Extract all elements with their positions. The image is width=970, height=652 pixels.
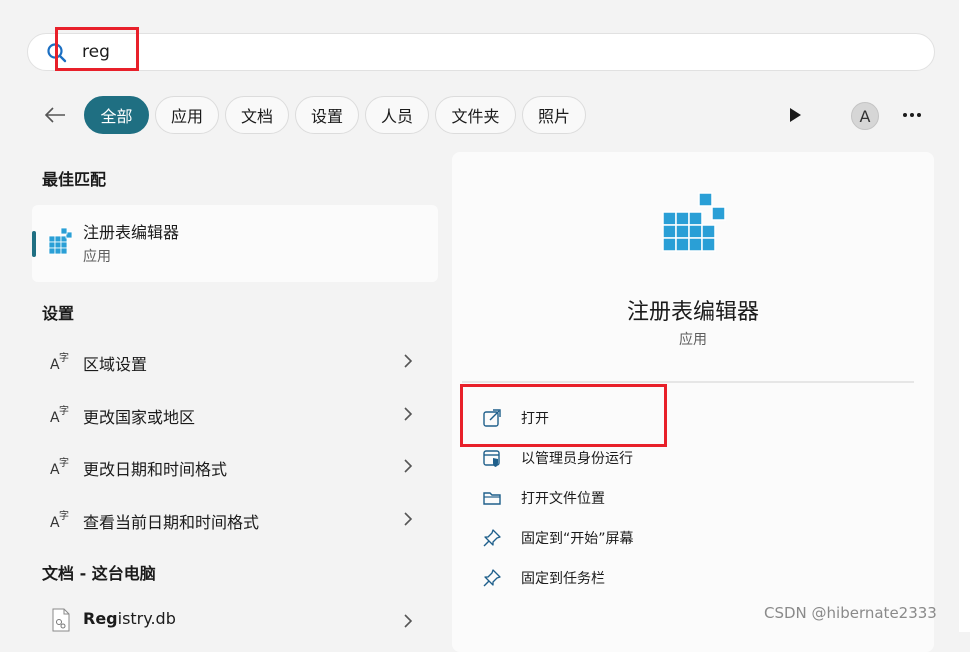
background-window-edge xyxy=(959,0,970,632)
tab-apps[interactable]: 应用 xyxy=(155,96,219,134)
chevron-right-icon xyxy=(404,354,413,368)
language-settings-icon: A 字 xyxy=(50,509,69,530)
open-external-icon xyxy=(483,409,501,427)
play-icon xyxy=(790,108,801,122)
search-box[interactable] xyxy=(27,33,935,71)
document-rest-text: istry.db xyxy=(117,609,176,628)
language-settings-icon: A 字 xyxy=(50,404,69,425)
open-file-location-label: 打开文件位置 xyxy=(521,491,605,507)
settings-result-country[interactable]: A 字 更改国家或地区 xyxy=(32,391,438,437)
svg-text:字: 字 xyxy=(59,456,69,469)
pin-to-start-action[interactable]: 固定到“开始”屏幕 xyxy=(482,524,882,552)
chevron-right-icon xyxy=(404,407,413,421)
settings-result-label: 更改国家或地区 xyxy=(83,408,196,427)
best-match-result[interactable]: 注册表编辑器 应用 xyxy=(32,205,438,282)
settings-heading: 设置 xyxy=(42,304,75,323)
play-button[interactable] xyxy=(782,103,808,127)
open-action-label: 打开 xyxy=(521,411,549,427)
open-file-location-action[interactable]: 打开文件位置 xyxy=(482,484,882,512)
tab-photos[interactable]: 照片 xyxy=(522,96,586,134)
documents-heading: 文档 - 这台电脑 xyxy=(42,564,156,583)
pin-icon xyxy=(483,569,501,587)
tab-documents[interactable]: 文档 xyxy=(225,96,289,134)
settings-result-date-format[interactable]: A 字 更改日期和时间格式 xyxy=(32,443,438,489)
settings-result-region[interactable]: A 字 区域设置 xyxy=(32,338,438,384)
svg-text:字: 字 xyxy=(59,351,69,364)
registry-editor-icon xyxy=(48,227,73,255)
preview-pane: 注册表编辑器 应用 打开 以管理员身份运行 打开文件位置 固定到“开始”屏幕 固… xyxy=(452,152,934,652)
chevron-right-icon xyxy=(404,459,413,473)
more-icon xyxy=(903,113,921,117)
tab-people[interactable]: 人员 xyxy=(365,96,429,134)
preview-app-type: 应用 xyxy=(679,332,707,348)
search-input[interactable] xyxy=(82,39,782,65)
selection-indicator xyxy=(32,231,36,257)
settings-result-label: 查看当前日期和时间格式 xyxy=(83,513,260,532)
back-arrow-icon xyxy=(44,107,65,123)
avatar[interactable]: A xyxy=(851,102,879,130)
settings-result-label: 更改日期和时间格式 xyxy=(83,460,228,479)
chevron-right-icon xyxy=(404,512,413,526)
pin-to-start-label: 固定到“开始”屏幕 xyxy=(521,531,634,547)
best-match-heading: 最佳匹配 xyxy=(42,170,107,189)
language-settings-icon: A 字 xyxy=(50,351,69,372)
file-icon xyxy=(52,608,70,632)
run-as-admin-label: 以管理员身份运行 xyxy=(521,451,633,467)
svg-text:字: 字 xyxy=(59,509,69,522)
back-button[interactable] xyxy=(40,100,70,130)
document-match-text: Reg xyxy=(83,609,118,628)
divider xyxy=(462,381,914,383)
admin-shield-icon xyxy=(483,450,500,467)
pin-icon xyxy=(483,529,501,547)
folder-icon xyxy=(483,492,501,505)
pin-to-taskbar-action[interactable]: 固定到任务栏 xyxy=(482,564,882,592)
pin-to-taskbar-label: 固定到任务栏 xyxy=(521,571,605,587)
tab-settings[interactable]: 设置 xyxy=(295,96,359,134)
run-as-admin-action[interactable]: 以管理员身份运行 xyxy=(482,444,882,472)
tab-all[interactable]: 全部 xyxy=(84,96,149,134)
settings-result-view-format[interactable]: A 字 查看当前日期和时间格式 xyxy=(32,496,438,542)
document-result[interactable]: Registry.db xyxy=(32,598,438,644)
registry-editor-icon xyxy=(662,192,726,252)
watermark: CSDN @hibernate2333 xyxy=(764,604,937,622)
preview-app-name: 注册表编辑器 xyxy=(626,300,759,325)
chevron-right-icon xyxy=(404,614,413,628)
tab-folders[interactable]: 文件夹 xyxy=(435,96,516,134)
more-options-button[interactable] xyxy=(898,103,926,127)
settings-result-label: 区域设置 xyxy=(83,355,148,374)
document-result-label: Registry.db xyxy=(83,609,176,628)
best-match-type: 应用 xyxy=(83,249,111,265)
svg-text:字: 字 xyxy=(59,404,69,417)
best-match-name: 注册表编辑器 xyxy=(83,223,180,242)
open-action[interactable]: 打开 xyxy=(482,404,882,432)
search-icon xyxy=(47,43,67,63)
language-settings-icon: A 字 xyxy=(50,456,69,477)
